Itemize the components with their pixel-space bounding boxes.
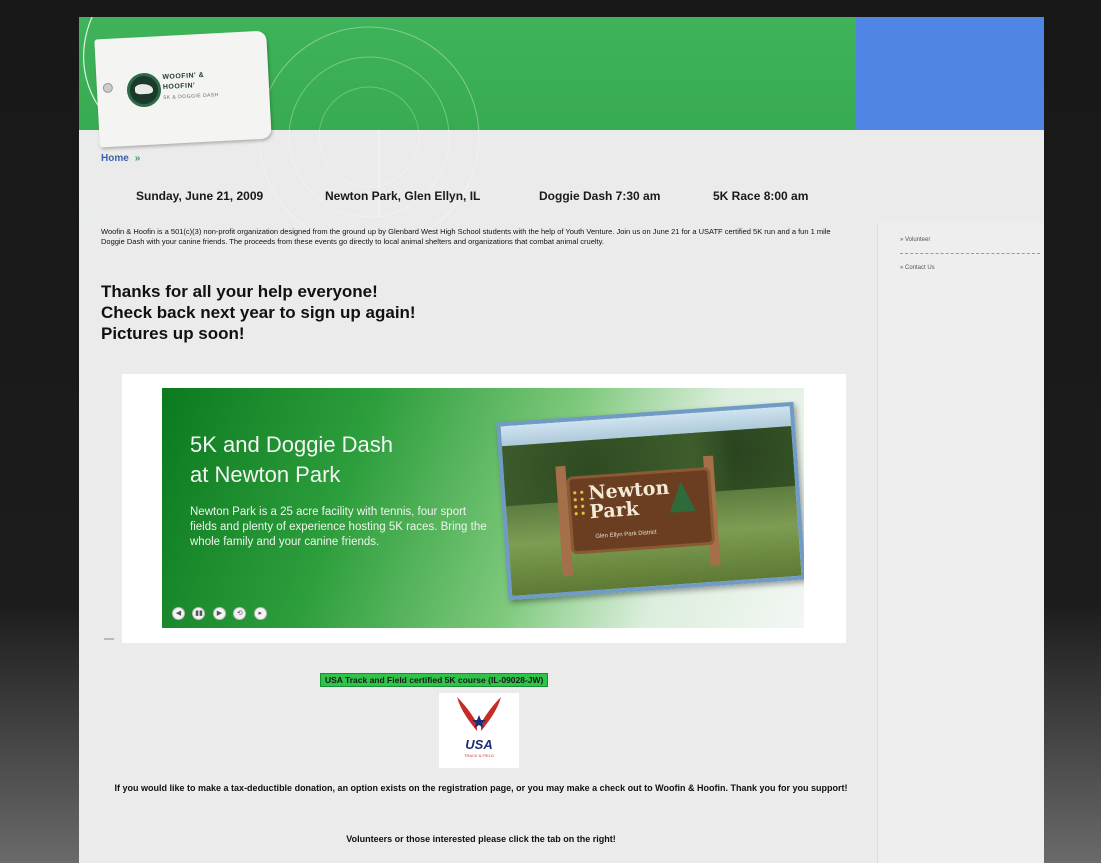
usa-track-field-logo: USA TRACK & FIELD	[439, 693, 519, 768]
breadcrumb-arrow-icon: »	[134, 153, 141, 164]
park-sign: Newton Park Glen Ellyn Park District	[566, 466, 716, 555]
event-date: Sunday, June 21, 2009	[136, 189, 264, 203]
donation-paragraph: If you would like to make a tax-deductib…	[114, 783, 848, 793]
slide-title-line2: at Newton Park	[190, 462, 341, 487]
park-sign-text: Newton Park	[588, 477, 672, 524]
event-dash-time: Doggie Dash 7:30 am	[539, 189, 661, 203]
slide-title-line1: 5K and Doggie Dash	[190, 432, 394, 457]
park-sign-subtitle: Glen Ellyn Park District	[595, 529, 657, 540]
header-banner-accent	[856, 17, 1044, 130]
usa-logo-subtext: TRACK & FIELD	[464, 753, 494, 758]
page-container: WOOFIN' & HOOFIN' 5K & DOGGIE DASH Home »…	[79, 17, 1044, 863]
site-logo[interactable]: WOOFIN' & HOOFIN' 5K & DOGGIE DASH	[94, 30, 272, 148]
logo-text-line1: WOOFIN' &	[162, 71, 205, 82]
logo-text-line2: HOOFIN'	[162, 82, 196, 92]
breadcrumb-home-link[interactable]: Home	[101, 153, 129, 164]
tag-hole	[102, 82, 114, 94]
thanks-heading: Thanks for all your help everyone! Check…	[101, 281, 701, 344]
divider-mark	[104, 638, 114, 640]
tree-icon	[667, 480, 696, 513]
slide-body: Newton Park is a 25 acre facility with t…	[190, 506, 487, 548]
event-race-time: 5K Race 8:00 am	[713, 189, 809, 203]
sidebar-divider	[900, 253, 1040, 254]
volunteer-note: Volunteers or those interested please cl…	[346, 834, 616, 844]
dog-emblem-icon	[126, 72, 162, 108]
park-sign-line2: Park	[588, 497, 640, 524]
thanks-line1: Thanks for all your help everyone!	[101, 282, 378, 301]
newton-park-photo: Newton Park Glen Ellyn Park District	[496, 401, 804, 601]
logo-text-line3: 5K & DOGGIE DASH	[163, 92, 220, 102]
slide-controls: ◀ ▮▮ ▶ ⟲ ▸	[172, 602, 270, 620]
slide-loop-button[interactable]: ⟲	[233, 607, 247, 620]
certified-course-badge: USA Track and Field certified 5K course …	[320, 673, 549, 687]
flowers-decoration	[571, 488, 588, 520]
slide-next-button[interactable]: ▸	[253, 607, 267, 620]
slide-play-button[interactable]: ▶	[212, 607, 226, 620]
slide-pause-button[interactable]: ▮▮	[192, 607, 206, 620]
slide-prev-button[interactable]: ◀	[172, 607, 185, 620]
slide[interactable]: 5K and Doggie Dash at Newton Park Newton…	[162, 388, 804, 628]
event-location: Newton Park, Glen Ellyn, IL	[325, 189, 481, 203]
sidebar-item-contact[interactable]: » Contact Us	[900, 265, 935, 271]
wings-icon	[457, 697, 501, 731]
thanks-line3: Pictures up soon!	[101, 324, 245, 343]
breadcrumb: Home »	[101, 153, 140, 164]
right-sidebar: » Volunteer » Contact Us	[877, 223, 1044, 863]
sidebar-item-volunteer[interactable]: » Volunteer	[900, 237, 930, 243]
usa-logo-text: USA	[465, 737, 493, 752]
thanks-line2: Check back next year to sign up again!	[101, 303, 416, 322]
slideshow: 5K and Doggie Dash at Newton Park Newton…	[122, 374, 846, 643]
slide-title: 5K and Doggie Dash at Newton Park	[190, 430, 450, 490]
intro-paragraph: Woofin & Hoofin is a 501(c)(3) non-profi…	[101, 227, 831, 246]
